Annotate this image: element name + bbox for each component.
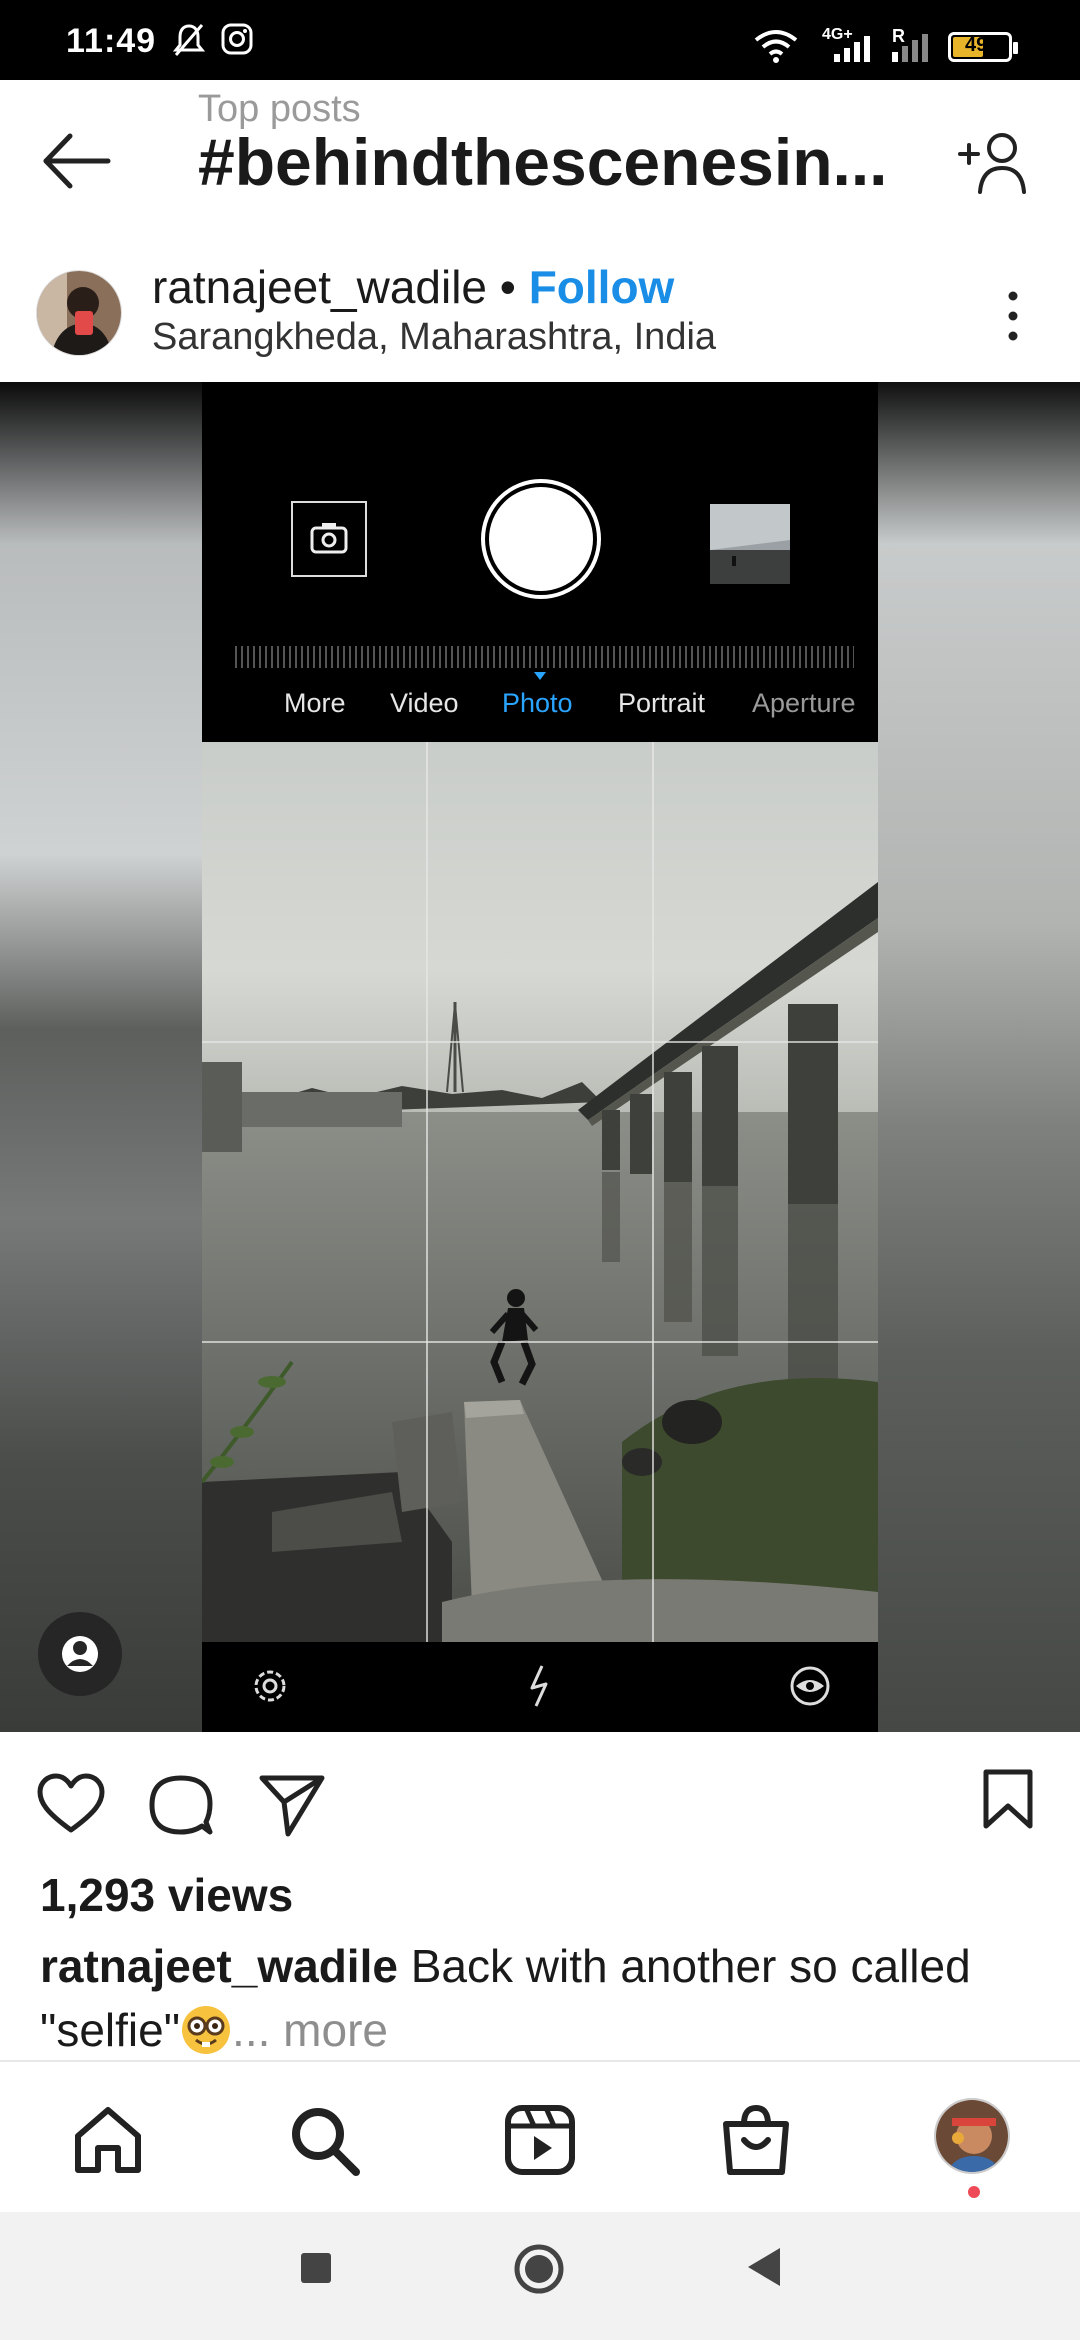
bell-off-icon — [172, 24, 206, 56]
battery-icon: 49 — [948, 32, 1018, 62]
avatar[interactable] — [36, 270, 122, 356]
user-tag-icon — [62, 1636, 98, 1672]
status-bar: 11:49 4G+ R 49 — [0, 0, 1080, 80]
gallery-thumbnail — [710, 504, 790, 584]
share-send-icon[interactable] — [258, 1772, 326, 1838]
bottom-navigation — [0, 2060, 1080, 2212]
page-title: #behindthescenesin... — [198, 125, 888, 199]
camera-modes: More Video Photo Portrait Aperture — [202, 688, 878, 728]
post-actions — [0, 1732, 1080, 1872]
camera-app-screenshot: More Video Photo Portrait Aperture — [202, 382, 878, 1732]
recents-square-icon[interactable] — [298, 2250, 334, 2286]
system-navigation-bar — [0, 2212, 1080, 2340]
camera-bottom-bar — [202, 1642, 878, 1732]
mode-photo: Photo — [502, 688, 573, 718]
back-triangle-icon[interactable] — [744, 2244, 784, 2290]
comment-icon[interactable] — [148, 1772, 214, 1838]
post-caption: ratnajeet_wadile Back with another so ca… — [40, 1934, 1050, 2062]
mode-more: More — [284, 688, 346, 718]
search-icon[interactable] — [284, 2100, 364, 2180]
flash-icon — [530, 1665, 548, 1707]
settings-gear-icon — [254, 1670, 286, 1702]
top-bar: Top posts #behindthescenesin... — [0, 80, 1080, 240]
mode-aperture: Aperture — [752, 688, 856, 718]
battery-level: 49 — [965, 34, 988, 56]
back-arrow-icon[interactable] — [38, 126, 118, 196]
more-options-icon[interactable] — [998, 288, 1028, 344]
home-circle-icon[interactable] — [512, 2242, 566, 2296]
separator-dot: • — [499, 261, 516, 313]
instagram-icon — [221, 23, 253, 55]
camera-top-bar: More Video Photo Portrait Aperture — [202, 382, 878, 742]
wifi-icon — [754, 30, 798, 63]
signal-2-icon — [892, 34, 928, 62]
signal-icon — [834, 36, 870, 62]
nerd-face-emoji — [182, 2006, 231, 2054]
camera-viewfinder — [202, 742, 878, 1642]
tagged-people-button[interactable] — [38, 1612, 122, 1696]
profile-avatar[interactable] — [934, 2098, 1010, 2174]
mode-indicator-arrow-icon — [534, 672, 546, 680]
caption-more-link[interactable]: ... more — [232, 2004, 388, 2056]
save-bookmark-icon[interactable] — [982, 1768, 1034, 1830]
post-media[interactable]: More Video Photo Portrait Aperture — [0, 382, 1080, 1732]
post-location[interactable]: Sarangkheda, Maharashtra, India — [152, 316, 716, 359]
mode-video: Video — [390, 688, 459, 718]
shop-icon[interactable] — [716, 2100, 796, 2180]
mode-portrait: Portrait — [618, 688, 706, 718]
home-icon[interactable] — [68, 2100, 148, 2180]
status-time: 11:49 — [66, 22, 157, 60]
caption-username[interactable]: ratnajeet_wadile — [40, 1940, 398, 1992]
reels-icon[interactable] — [500, 2100, 580, 2180]
mode-scroll-ruler — [235, 646, 854, 668]
post-header: ratnajeet_wadile • Follow Sarangkheda, M… — [0, 240, 1080, 382]
add-person-icon[interactable] — [956, 130, 1032, 196]
like-heart-icon[interactable] — [36, 1772, 106, 1836]
follow-button[interactable]: Follow — [529, 261, 675, 313]
notification-dot — [968, 2186, 980, 2198]
switch-camera-icon — [291, 501, 367, 577]
view-count: 1,293 views — [40, 1869, 294, 1921]
lens-mode-icon — [790, 1666, 830, 1706]
post-user-line: ratnajeet_wadile • Follow — [152, 260, 674, 314]
viewfinder-scene — [202, 742, 878, 1642]
shutter-button-icon — [481, 479, 601, 599]
post-username[interactable]: ratnajeet_wadile — [152, 261, 487, 313]
